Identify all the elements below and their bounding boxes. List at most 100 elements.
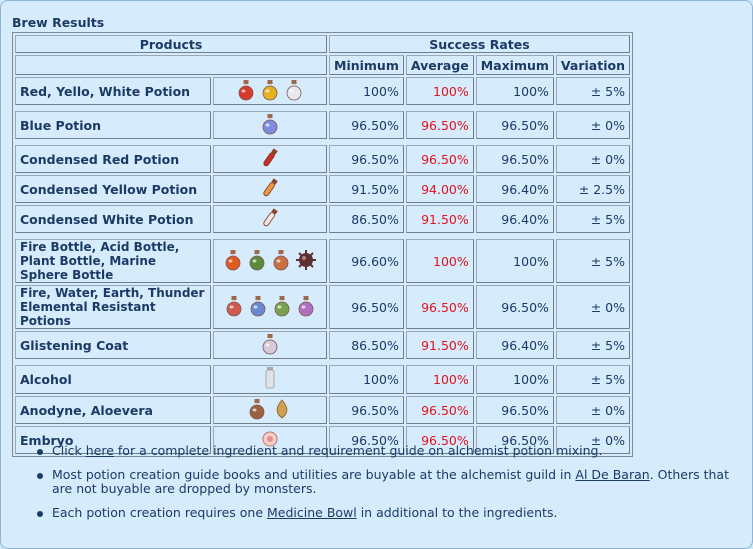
variation-rate: ± 0%	[555, 111, 630, 139]
product-name: Condensed Yellow Potion	[15, 175, 211, 203]
blue-potion-icon	[260, 113, 280, 138]
maximum-rate: 96.50%	[475, 285, 554, 329]
average-rate: 91.50%	[405, 331, 474, 359]
header-success-rates: Success Rates	[329, 35, 630, 53]
brew-results-table: Products Success Rates Minimum Average M…	[12, 32, 633, 457]
variation-rate: ± 5%	[555, 239, 630, 283]
guide-link[interactable]: here	[86, 443, 114, 458]
white-potion-icon	[284, 79, 304, 104]
medicine-bowl-link[interactable]: Medicine Bowl	[267, 505, 357, 520]
condensed-white-potion-icon	[259, 207, 281, 232]
product-name: Red, Yello, White Potion	[15, 77, 211, 105]
earth-resist-potion-icon	[272, 295, 292, 320]
variation-rate: ± 5%	[555, 205, 630, 233]
page-title: Brew Results	[12, 15, 105, 30]
table-row: Fire, Water, Earth, Thunder Elemental Re…	[15, 285, 630, 329]
condensed-yellow-potion-icon	[259, 177, 281, 202]
product-name: Condensed White Potion	[15, 205, 211, 233]
product-icons	[213, 175, 327, 203]
product-name: Glistening Coat	[15, 331, 211, 359]
plant-bottle-icon	[271, 249, 291, 274]
yellow-potion-icon	[260, 79, 280, 104]
product-name: Alcohol	[15, 365, 211, 394]
minimum-rate: 100%	[329, 365, 404, 394]
aloevera-icon	[271, 398, 293, 423]
product-name: Fire Bottle, Acid Bottle, Plant Bottle, …	[15, 239, 211, 283]
table-row: Red, Yello, White Potion 100% 100% 100% ± 5%	[15, 77, 630, 105]
header-maximum: Maximum	[475, 55, 554, 75]
maximum-rate: 96.40%	[475, 331, 554, 359]
product-icons	[213, 239, 327, 283]
product-name: Blue Potion	[15, 111, 211, 139]
average-rate: 96.50%	[405, 285, 474, 329]
header-products: Products	[15, 35, 327, 53]
product-icons	[213, 365, 327, 394]
table-row: Blue Potion 96.50% 96.50% 96.50% ± 0%	[15, 111, 630, 139]
table-row: Condensed Red Potion 96.50% 96.50% 96.50% ± …	[15, 145, 630, 173]
product-icons	[213, 77, 327, 105]
header-products-blank	[15, 55, 327, 75]
minimum-rate: 100%	[329, 77, 404, 105]
table-row: Condensed Yellow Potion 91.50% 94.00% 96.40…	[15, 175, 630, 203]
row-separator	[15, 361, 630, 363]
maximum-rate: 96.50%	[475, 396, 554, 424]
product-icons	[213, 111, 327, 139]
fire-resist-potion-icon	[224, 295, 244, 320]
average-rate: 96.50%	[405, 396, 474, 424]
maximum-rate: 96.40%	[475, 175, 554, 203]
water-resist-potion-icon	[248, 295, 268, 320]
maximum-rate: 100%	[475, 365, 554, 394]
maximum-rate: 100%	[475, 77, 554, 105]
condensed-red-potion-icon	[259, 147, 281, 172]
minimum-rate: 96.50%	[329, 396, 404, 424]
average-rate: 96.50%	[405, 111, 474, 139]
variation-rate: ± 2.5%	[555, 175, 630, 203]
maximum-rate: 100%	[475, 239, 554, 283]
row-separator	[15, 235, 630, 237]
average-rate: 91.50%	[405, 205, 474, 233]
product-icons	[213, 205, 327, 233]
red-potion-icon	[236, 79, 256, 104]
product-name: Condensed Red Potion	[15, 145, 211, 173]
minimum-rate: 96.60%	[329, 239, 404, 283]
maximum-rate: 96.50%	[475, 111, 554, 139]
marine-sphere-bottle-icon	[295, 249, 317, 274]
minimum-rate: 96.50%	[329, 285, 404, 329]
table-row: Glistening Coat 86.50% 91.50% 96.40% ± 5%	[15, 331, 630, 359]
product-icons	[213, 145, 327, 173]
maximum-rate: 96.40%	[475, 205, 554, 233]
table-row: Condensed White Potion 86.50% 91.50% 96.40%…	[15, 205, 630, 233]
alcohol-icon	[263, 366, 277, 393]
variation-rate: ± 0%	[555, 396, 630, 424]
fire-bottle-icon	[223, 249, 243, 274]
minimum-rate: 86.50%	[329, 331, 404, 359]
product-icons	[213, 331, 327, 359]
note-item: Click here for a complete ingredient and…	[32, 444, 742, 458]
variation-rate: ± 0%	[555, 145, 630, 173]
notes-list: Click here for a complete ingredient and…	[32, 444, 742, 530]
header-variation: Variation	[555, 55, 630, 75]
product-icons	[213, 396, 327, 424]
maximum-rate: 96.50%	[475, 145, 554, 173]
glistening-coat-icon	[260, 333, 280, 358]
table-row: Anodyne, Aloevera 96.50% 96.50% 96.50% ± 0%	[15, 396, 630, 424]
average-rate: 94.00%	[405, 175, 474, 203]
product-name: Fire, Water, Earth, Thunder Elemental Re…	[15, 285, 211, 329]
al-de-baran-link[interactable]: Al De Baran	[575, 467, 649, 482]
average-rate: 100%	[405, 77, 474, 105]
note-item: Most potion creation guide books and uti…	[32, 468, 742, 496]
variation-rate: ± 5%	[555, 365, 630, 394]
variation-rate: ± 5%	[555, 77, 630, 105]
minimum-rate: 91.50%	[329, 175, 404, 203]
average-rate: 100%	[405, 365, 474, 394]
minimum-rate: 96.50%	[329, 111, 404, 139]
product-name: Anodyne, Aloevera	[15, 396, 211, 424]
note-item: Each potion creation requires one Medici…	[32, 506, 742, 520]
average-rate: 100%	[405, 239, 474, 283]
header-average: Average	[405, 55, 474, 75]
minimum-rate: 96.50%	[329, 145, 404, 173]
average-rate: 96.50%	[405, 145, 474, 173]
acid-bottle-icon	[247, 249, 267, 274]
variation-rate: ± 0%	[555, 285, 630, 329]
row-separator	[15, 107, 630, 109]
